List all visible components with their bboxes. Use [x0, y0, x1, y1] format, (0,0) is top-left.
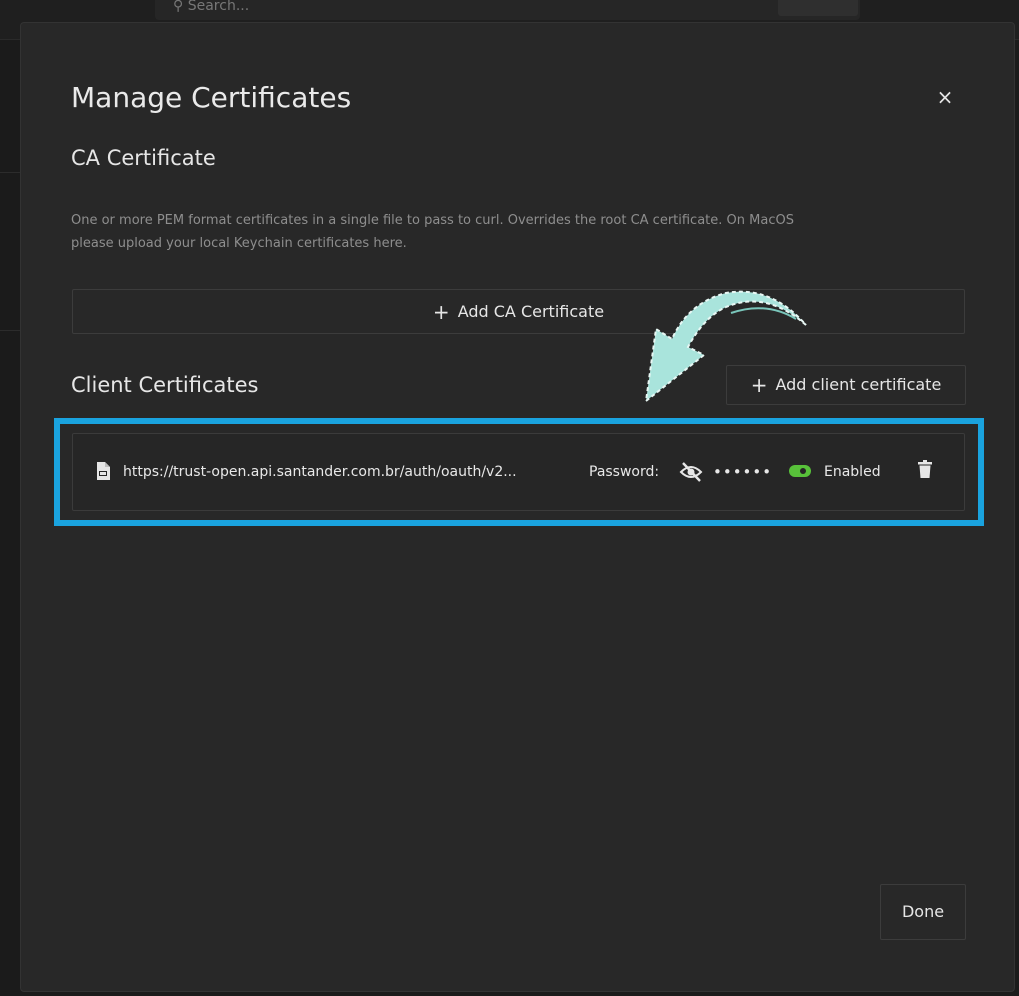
trash-icon[interactable] — [918, 460, 932, 482]
search-placeholder: Search... — [187, 0, 250, 14]
certificate-url: https://trust-open.api.santander.com.br/… — [123, 464, 517, 480]
toggle-on-icon[interactable] — [789, 465, 811, 479]
eye-off-icon[interactable] — [679, 461, 703, 483]
ca-certificate-heading: CA Certificate — [71, 146, 216, 170]
plus-icon: + — [432, 300, 450, 324]
ca-certificate-description: One or more PEM format certificates in a… — [71, 213, 794, 251]
close-icon[interactable]: × — [933, 85, 957, 109]
background-search-input: ⚲ Search... — [155, 0, 860, 20]
file-icon — [96, 462, 110, 482]
password-label: Password: — [589, 464, 660, 480]
client-certificates-heading: Client Certificates — [71, 373, 259, 397]
client-certificate-row: https://trust-open.api.santander.com.br/… — [72, 433, 965, 511]
password-value[interactable]: •••••• — [713, 434, 772, 510]
search-icon: ⚲ — [173, 0, 188, 14]
add-ca-certificate-label: Add CA Certificate — [457, 302, 605, 321]
background-shortcut-hint — [778, 0, 858, 16]
done-button[interactable]: Done — [880, 884, 966, 940]
curved-arrow-annotation — [644, 290, 807, 403]
enabled-label: Enabled — [824, 464, 881, 480]
dialog-title: Manage Certificates — [71, 81, 352, 114]
add-ca-certificate-button[interactable]: + Add CA Certificate — [72, 289, 965, 334]
manage-certificates-dialog: Manage Certificates × CA Certificate One… — [20, 22, 1015, 992]
